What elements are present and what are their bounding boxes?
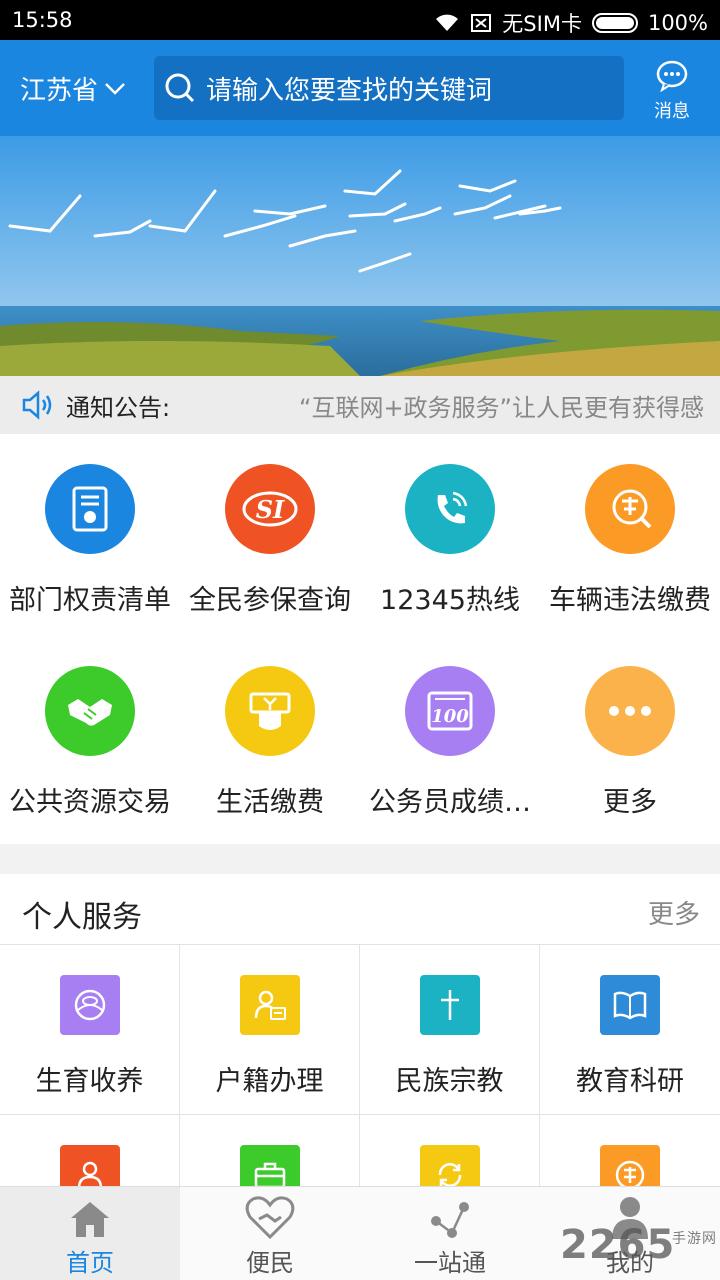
personal-services-section: 个人服务 更多 生育收养 户籍办理 民族宗教 教育科研 [0, 874, 720, 1280]
svg-text:SI: SI [256, 495, 285, 524]
notice-label: 通知公告: [66, 393, 171, 422]
banner-scene [0, 136, 720, 376]
personal-service-label: 教育科研 [576, 1066, 684, 1097]
speaker-icon [22, 390, 52, 420]
nav-tab-home[interactable]: 首页 [0, 1187, 180, 1280]
service-vehicle-violation[interactable]: 车辆违法缴费 [540, 464, 720, 617]
si-icon: SI [225, 464, 315, 554]
notice-bar[interactable]: 通知公告: “互联网+政务服务”让人民更有获得感 [0, 376, 720, 434]
personal-service-label: 民族宗教 [395, 1066, 504, 1097]
service-utility-payment[interactable]: 生活缴费 [180, 666, 360, 819]
personal-service-birth-adoption[interactable]: 生育收养 [0, 944, 180, 1114]
watermark-subtext: 手游网 [672, 1231, 717, 1247]
service-civil-servant-score[interactable]: 100 公务员成绩… [360, 666, 540, 819]
household-icon [239, 975, 300, 1035]
religion-icon [419, 975, 480, 1035]
province-label: 江苏省 [20, 76, 99, 106]
search-bar[interactable]: 请输入您要查找的关键词 [154, 56, 624, 120]
service-hotline[interactable]: 12345热线 [360, 464, 540, 617]
nav-tab-one-stop[interactable]: 一站通 [360, 1187, 540, 1280]
service-label: 12345热线 [380, 585, 520, 616]
no-sim-icon [471, 14, 492, 32]
service-more[interactable]: 更多 [540, 666, 720, 819]
battery-level: 100% [647, 11, 708, 35]
service-label: 生活缴费 [216, 787, 324, 818]
service-insurance-query[interactable]: SI 全民参保查询 [180, 464, 360, 617]
personal-service-education[interactable]: 教育科研 [540, 944, 720, 1114]
book-icon [600, 975, 660, 1035]
nav-tab-convenience[interactable]: 便民 [180, 1187, 360, 1280]
handshake-icon [45, 666, 135, 756]
document-icon [45, 464, 135, 554]
chevron-down-icon [105, 82, 125, 95]
search-icon [165, 73, 195, 103]
share-nodes-icon [431, 1202, 469, 1238]
birth-icon [59, 975, 120, 1035]
notice-text[interactable]: “互联网+政务服务”让人民更有获得感 [299, 388, 704, 423]
heart-hands-icon [245, 1196, 295, 1239]
quick-services-grid: 部门权责清单 SI 全民参保查询 12345热线 车辆违法缴费 公共资源交易 生… [0, 434, 720, 844]
service-label: 车辆违法缴费 [549, 585, 711, 616]
home-icon [71, 1202, 109, 1237]
section-title: 个人服务 [22, 900, 142, 935]
sim-status: 无SIM卡 [502, 12, 582, 36]
personal-service-ethnic-religion[interactable]: 民族宗教 [360, 944, 540, 1114]
watermark-text: 2265 [560, 1222, 676, 1268]
svg-text:100: 100 [431, 706, 469, 727]
status-bar: 15:58 无SIM卡 100% [0, 0, 720, 40]
service-label: 更多 [603, 787, 657, 818]
personal-service-household[interactable]: 户籍办理 [180, 944, 360, 1114]
watermark-logo: 2265 手游网 [560, 1222, 716, 1268]
more-dots-icon [585, 666, 675, 756]
message-button[interactable]: 消息 [642, 60, 702, 123]
service-label: 公共资源交易 [9, 787, 171, 818]
search-input[interactable]: 请输入您要查找的关键词 [206, 70, 492, 107]
service-label: 全民参保查询 [189, 585, 351, 616]
nav-tab-label: 便民 [246, 1249, 294, 1277]
phone-icon [405, 464, 495, 554]
personal-services-more-link[interactable]: 更多 [648, 894, 700, 931]
app-header: 江苏省 请输入您要查找的关键词 消息 [0, 40, 720, 136]
service-label: 公务员成绩… [369, 787, 531, 818]
violation-icon [585, 464, 675, 554]
personal-service-label: 户籍办理 [215, 1066, 324, 1097]
battery-icon [591, 13, 638, 33]
nav-tab-label: 一站通 [414, 1249, 486, 1277]
chat-bubble-icon [656, 60, 688, 93]
nav-tab-label: 首页 [66, 1249, 114, 1277]
score-icon: 100 [405, 666, 495, 756]
wifi-icon [436, 14, 459, 31]
service-label: 部门权责清单 [9, 585, 171, 616]
service-department-duties[interactable]: 部门权责清单 [0, 464, 180, 617]
service-public-resource-trading[interactable]: 公共资源交易 [0, 666, 180, 819]
banner-image[interactable] [0, 136, 720, 376]
bill-icon [225, 666, 315, 756]
province-selector[interactable]: 江苏省 [20, 70, 126, 107]
status-time: 15:58 [12, 8, 73, 32]
message-label: 消息 [654, 101, 690, 122]
personal-service-label: 生育收养 [35, 1066, 144, 1097]
